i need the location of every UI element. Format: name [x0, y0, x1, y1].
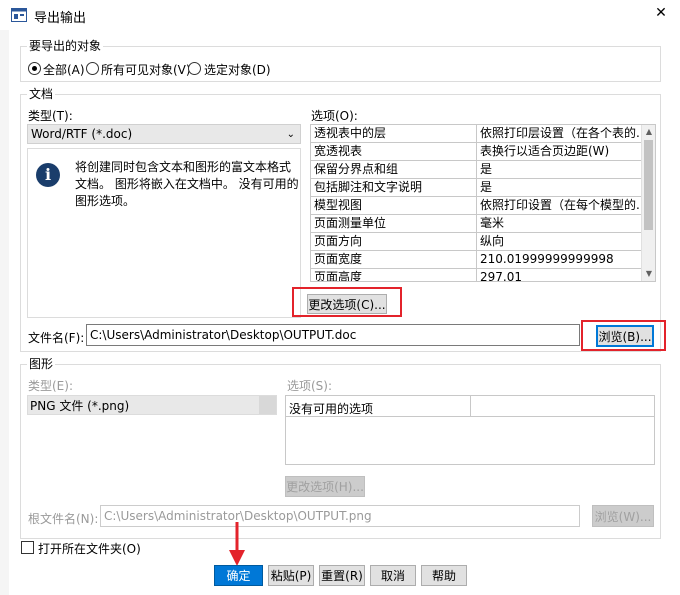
option-value-cell: 是 — [480, 162, 493, 176]
option-name-cell: 页面宽度 — [311, 251, 477, 269]
doc-options-grid[interactable]: 透视表中的层 依照打印层设置（在各个表的... 宽透视表 表换行以适合页边距(W) 保留… — [310, 124, 656, 282]
title-bar: 导出输出 ✕ — [0, 0, 680, 30]
option-value-cell: 依照打印层设置（在各个表的... — [480, 126, 641, 140]
options-grid-row[interactable]: 页面宽度 210.01999999999998 — [311, 251, 641, 269]
option-value-cell: 297.01 — [480, 270, 522, 282]
option-name-cell: 模型视图 — [311, 197, 477, 215]
root-file-label: 根文件名(N): — [28, 512, 99, 526]
open-folder-checkbox[interactable] — [21, 541, 34, 554]
options-grid-row[interactable]: 页面测量单位 毫米 — [311, 215, 641, 233]
option-value-cell: 纵向 — [480, 234, 505, 248]
info-text: 将创建同时包含文本和图形的富文本格式文档。 图形将嵌入在文档中。 没有可用的图形… — [75, 160, 299, 208]
doc-type-value: Word/RTF (*.doc) — [31, 127, 133, 141]
radio-all-label[interactable]: 全部(A) — [43, 61, 85, 78]
doc-type-label: 类型(T): — [28, 109, 73, 123]
option-value-cell: 毫米 — [480, 216, 505, 230]
options-grid-row[interactable]: 保留分界点和组是 — [311, 161, 641, 179]
scroll-down-icon[interactable]: ▼ — [642, 267, 655, 281]
graphics-browse-button[interactable]: 浏览(W)... — [592, 505, 654, 527]
options-grid-row[interactable]: 透视表中的层 依照打印层设置（在各个表的... — [311, 125, 641, 143]
scroll-up-icon[interactable]: ▲ — [642, 125, 655, 139]
option-name-cell: 包括脚注和文字说明 — [311, 179, 477, 197]
reset-button[interactable]: 重置(R) — [319, 565, 365, 586]
options-grid-row[interactable]: 宽透视表 表换行以适合页边距(W) — [311, 143, 641, 161]
radio-selected[interactable] — [188, 62, 201, 75]
option-name-cell: 保留分界点和组 — [311, 161, 477, 179]
graphics-options-grid: 没有可用的选项 — [285, 395, 655, 465]
options-grid-row[interactable]: 模型视图 依照打印设置（在每个模型的... — [311, 197, 641, 215]
options-grid-row[interactable]: 包括脚注和文字说明是 — [311, 179, 641, 197]
app-icon — [11, 8, 27, 22]
root-file-input[interactable]: C:\Users\Administrator\Desktop\OUTPUT.pn… — [100, 505, 580, 527]
scroll-thumb[interactable] — [644, 140, 653, 230]
close-icon[interactable]: ✕ — [650, 5, 672, 25]
background-window-edge — [0, 30, 9, 595]
options-grid-row[interactable]: 页面方向 纵向 — [311, 233, 641, 251]
open-folder-label[interactable]: 打开所在文件夹(O) — [38, 540, 141, 557]
option-value-cell: 是 — [480, 180, 493, 194]
window-title: 导出输出 — [34, 11, 87, 26]
graphics-type-value: PNG 文件 (*.png) — [30, 399, 130, 413]
radio-visible-label[interactable]: 所有可见对象(V) — [101, 61, 191, 78]
file-name-input[interactable]: C:\Users\Administrator\Desktop\OUTPUT.do… — [86, 324, 580, 346]
scrollbar[interactable]: ▲ ▼ — [641, 125, 655, 281]
document-legend: 文档 — [27, 87, 56, 101]
change-options-button[interactable]: 更改选项(C)... — [307, 294, 387, 314]
option-name-cell: 页面高度 — [311, 269, 477, 281]
file-name-label: 文件名(F): — [28, 331, 85, 345]
option-name-cell: 页面测量单位 — [311, 215, 477, 233]
graphics-options-row: 没有可用的选项 — [286, 396, 654, 417]
graphics-type-label: 类型(E): — [28, 379, 73, 393]
radio-all[interactable] — [28, 62, 41, 75]
option-name-cell: 宽透视表 — [311, 143, 477, 161]
option-value-cell: 表换行以适合页边距(W) — [480, 144, 610, 158]
browse-button[interactable]: 浏览(B)... — [596, 325, 654, 347]
graphics-change-options-button[interactable]: 更改选项(H)... — [285, 476, 365, 497]
red-arrow-annotation — [229, 522, 245, 566]
graphics-type-item[interactable]: PNG 文件 (*.png) — [28, 396, 259, 414]
option-name-cell: 页面方向 — [311, 233, 477, 251]
options-grid-rows: 透视表中的层 依照打印层设置（在各个表的... 宽透视表 表换行以适合页边距(W) 保留… — [311, 125, 641, 282]
cancel-button[interactable]: 取消 — [370, 565, 416, 586]
paste-button[interactable]: 粘贴(P) — [268, 565, 314, 586]
help-button[interactable]: 帮助 — [421, 565, 467, 586]
option-value-cell: 210.01999999999998 — [480, 252, 614, 266]
ok-button[interactable]: 确定 — [214, 565, 263, 586]
graphics-options-divider — [470, 396, 471, 417]
info-icon: i — [36, 163, 60, 187]
radio-visible[interactable] — [86, 62, 99, 75]
graphics-legend: 图形 — [27, 357, 56, 371]
option-value-cell: 依照打印设置（在每个模型的... — [480, 198, 641, 212]
option-name-cell: 透视表中的层 — [311, 125, 477, 143]
chevron-down-icon: ⌄ — [286, 129, 295, 140]
graphics-type-scroll — [259, 396, 276, 414]
graphics-options-placeholder: 没有可用的选项 — [289, 402, 374, 416]
doc-type-select[interactable]: Word/RTF (*.doc) ⌄ — [27, 124, 301, 144]
export-objects-legend: 要导出的对象 — [27, 39, 104, 53]
options-grid-row[interactable]: 页面高度 297.01 — [311, 269, 641, 282]
radio-selected-label[interactable]: 选定对象(D) — [204, 61, 271, 78]
graphics-options-label: 选项(S): — [287, 379, 333, 393]
doc-options-label: 选项(O): — [311, 109, 358, 123]
info-panel: i 将创建同时包含文本和图形的富文本格式文档。 图形将嵌入在文档中。 没有可用的… — [27, 148, 301, 318]
graphics-type-list[interactable]: PNG 文件 (*.png) — [27, 395, 277, 415]
